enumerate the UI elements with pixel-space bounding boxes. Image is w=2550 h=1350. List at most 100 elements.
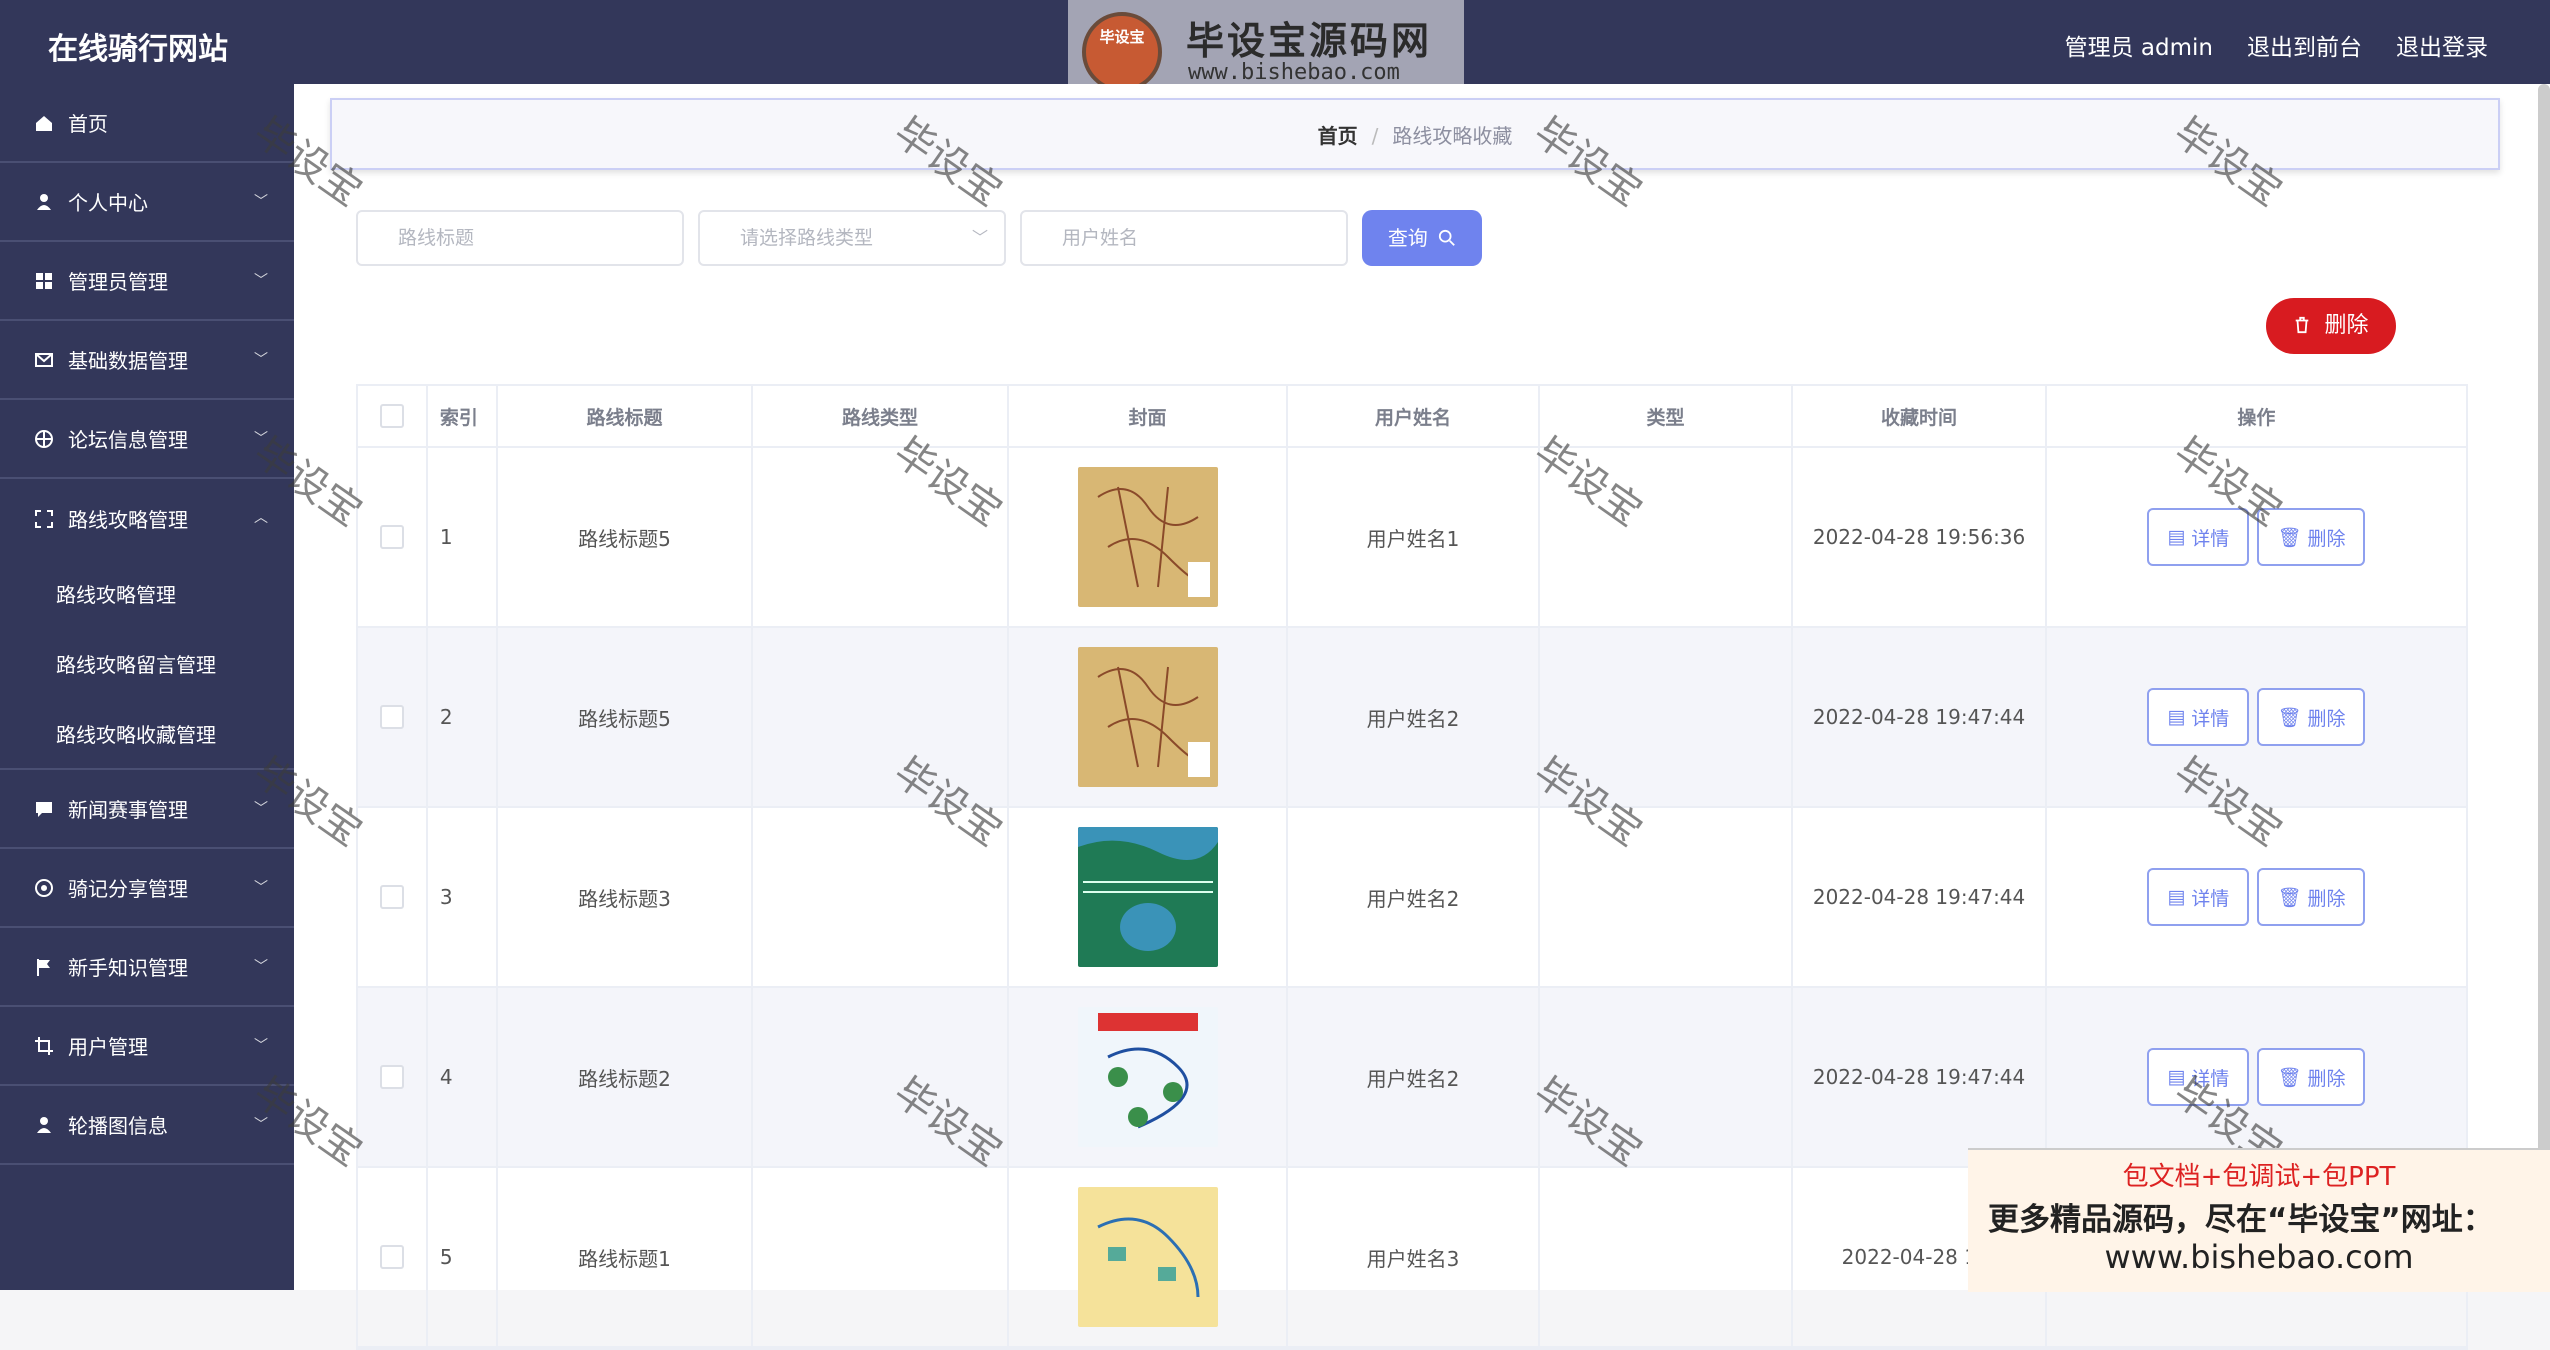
row-select-cell bbox=[358, 448, 428, 626]
user-name-input[interactable]: 用户姓名 bbox=[1020, 210, 1348, 266]
delete-button-label: 删除 bbox=[2307, 887, 2346, 910]
row-actions: ▤ 详情 🗑 删除 bbox=[2047, 628, 2466, 806]
table-row: 1 路线标题5 用户姓名1 2022-04-28 19:56:36 ▤ 详情 🗑 删… bbox=[358, 448, 2466, 628]
route-title-input[interactable]: 路线标题 bbox=[356, 210, 684, 266]
search-button[interactable]: 查询 bbox=[1362, 210, 1482, 266]
sidebar-item-label: 管理员管理 bbox=[68, 270, 168, 294]
detail-button[interactable]: ▤ 详情 bbox=[2147, 868, 2250, 926]
delete-button-label: 删除 bbox=[2307, 707, 2346, 730]
sidebar-item-basic-data[interactable]: 基础数据管理 ﹀ bbox=[0, 321, 294, 400]
submenu-route-guide-favorites[interactable]: 路线攻略收藏管理 bbox=[0, 698, 294, 768]
chevron-down-icon: ﹀ bbox=[254, 801, 268, 817]
submenu-route-guide-manage[interactable]: 路线攻略管理 bbox=[0, 558, 294, 628]
detail-button-label: 详情 bbox=[2191, 1067, 2230, 1090]
chat-icon bbox=[36, 801, 52, 817]
detail-button[interactable]: ▤ 详情 bbox=[2147, 1048, 2250, 1106]
row-cover bbox=[1009, 808, 1289, 986]
sidebar-item-news-events[interactable]: 新闻赛事管理 ﹀ bbox=[0, 770, 294, 849]
row-actions: ▤ 详情 🗑 删除 bbox=[2047, 448, 2466, 626]
row-cover bbox=[1009, 988, 1289, 1166]
row-actions: ▤ 详情 🗑 删除 bbox=[2047, 988, 2466, 1166]
row-select-cell bbox=[358, 808, 428, 986]
promo-line-2: 更多精品源码，尽在“毕设宝”网址： bbox=[1988, 1202, 2494, 1238]
row-time: 2022-04-28 19:56:36 bbox=[1793, 448, 2047, 626]
row-time: 2022-04-28 19:47:44 bbox=[1793, 808, 2047, 986]
row-actions: ▤ 详情 🗑 删除 bbox=[2047, 808, 2466, 986]
row-cover bbox=[1009, 1168, 1289, 1346]
sidebar-item-route-guide[interactable]: 路线攻略管理 ︿ bbox=[0, 479, 294, 558]
delete-button-label: 删除 bbox=[2307, 527, 2346, 550]
col-header-route-type: 路线类型 bbox=[753, 386, 1009, 446]
sidebar-item-forum[interactable]: 论坛信息管理 ﹀ bbox=[0, 400, 294, 479]
submenu-route-guide-comments[interactable]: 路线攻略留言管理 bbox=[0, 628, 294, 698]
breadcrumb-home[interactable]: 首页 bbox=[1318, 124, 1358, 148]
app-title: 在线骑行网站 bbox=[48, 32, 228, 67]
row-index: 2 bbox=[428, 628, 498, 806]
breadcrumb-current: 路线攻略收藏 bbox=[1392, 124, 1513, 148]
page-scrollbar[interactable] bbox=[2538, 84, 2550, 1154]
mail-icon bbox=[35, 352, 53, 367]
sidebar-item-label: 首页 bbox=[68, 112, 108, 136]
logo-url: www.bishebao.com bbox=[1188, 60, 1400, 85]
sidebar-item-label: 新闻赛事管理 bbox=[68, 798, 188, 822]
sidebar-item-carousel[interactable]: 轮播图信息 ﹀ bbox=[0, 1086, 294, 1165]
row-title: 路线标题5 bbox=[498, 448, 754, 626]
trash-icon: 🗑 bbox=[2277, 1066, 2302, 1089]
chevron-up-icon: ︿ bbox=[254, 510, 268, 526]
target-icon bbox=[35, 429, 53, 448]
delete-button[interactable]: 🗑 删除 bbox=[2257, 688, 2366, 746]
promo-line-3: www.bishebao.com bbox=[2104, 1238, 2414, 1276]
row-index: 4 bbox=[428, 988, 498, 1166]
chevron-down-icon: ﹀ bbox=[254, 194, 268, 210]
row-user: 用户姓名2 bbox=[1288, 628, 1540, 806]
cover-image bbox=[1077, 1007, 1218, 1147]
row-checkbox[interactable] bbox=[379, 705, 404, 729]
row-time: 2022-04-28 19:47:44 bbox=[1793, 628, 2047, 806]
bulk-delete-label: 删除 bbox=[2324, 313, 2369, 338]
sidebar-item-ride-share[interactable]: 骑记分享管理 ﹀ bbox=[0, 849, 294, 928]
delete-button[interactable]: 🗑 删除 bbox=[2257, 1048, 2366, 1106]
sidebar-item-user-manage[interactable]: 用户管理 ﹀ bbox=[0, 1007, 294, 1086]
delete-button[interactable]: 🗑 删除 bbox=[2257, 868, 2366, 926]
detail-button-label: 详情 bbox=[2191, 707, 2230, 730]
table-row: 4 路线标题2 用户姓名2 2022-04-28 19:47:44 ▤ 详情 🗑 删… bbox=[358, 988, 2466, 1168]
row-checkbox[interactable] bbox=[379, 1065, 404, 1089]
row-cover bbox=[1009, 628, 1289, 806]
row-select-cell bbox=[358, 628, 428, 806]
breadcrumb: 首页 / 路线攻略收藏 bbox=[332, 120, 2498, 149]
select-all-checkbox[interactable] bbox=[379, 404, 404, 428]
sidebar: 首页 个人中心 ﹀ 管理员管理 ﹀ 基础数据管理 ﹀ 论坛信息管理 ﹀ 路线攻略… bbox=[0, 84, 294, 1290]
chevron-down-icon: ﹀ bbox=[254, 1038, 268, 1054]
chevron-down-icon: ﹀ bbox=[254, 1117, 268, 1133]
promo-banner: 包文档+包调试+包PPT 更多精品源码，尽在“毕设宝”网址： www.bishe… bbox=[1968, 1148, 2550, 1292]
table-header: 索引 路线标题 路线类型 封面 用户姓名 类型 收藏时间 操作 bbox=[358, 386, 2466, 448]
row-checkbox[interactable] bbox=[379, 525, 404, 549]
cover-image bbox=[1077, 647, 1218, 787]
col-header-title: 路线标题 bbox=[498, 386, 754, 446]
sidebar-item-admin-manage[interactable]: 管理员管理 ﹀ bbox=[0, 242, 294, 321]
sidebar-item-label: 轮播图信息 bbox=[68, 1114, 168, 1138]
row-checkbox[interactable] bbox=[379, 885, 404, 909]
detail-button[interactable]: ▤ 详情 bbox=[2147, 688, 2250, 746]
bulk-delete-button[interactable]: 删除 bbox=[2266, 298, 2396, 354]
route-type-select[interactable]: 请选择路线类型 ﹀ bbox=[698, 210, 1006, 266]
row-checkbox[interactable] bbox=[379, 1245, 404, 1269]
sidebar-item-label: 个人中心 bbox=[68, 191, 148, 215]
document-icon: ▤ bbox=[2167, 526, 2186, 548]
col-header-time: 收藏时间 bbox=[1793, 386, 2047, 446]
compass-icon bbox=[35, 878, 53, 897]
trash-icon bbox=[2296, 316, 2309, 334]
user-icon bbox=[37, 1116, 51, 1133]
sidebar-item-personal-center[interactable]: 个人中心 ﹀ bbox=[0, 163, 294, 242]
admin-user-link[interactable]: 管理员 admin bbox=[2065, 28, 2213, 62]
row-user: 用户姓名3 bbox=[1288, 1168, 1540, 1346]
row-cover bbox=[1009, 448, 1289, 626]
row-route-type bbox=[753, 448, 1009, 626]
sidebar-item-home[interactable]: 首页 bbox=[0, 84, 294, 163]
exit-to-front-link[interactable]: 退出到前台 bbox=[2247, 28, 2362, 62]
logout-link[interactable]: 退出登录 bbox=[2396, 28, 2488, 62]
sidebar-item-newbie-knowledge[interactable]: 新手知识管理 ﹀ bbox=[0, 928, 294, 1007]
detail-button[interactable]: ▤ 详情 bbox=[2147, 508, 2250, 566]
delete-button[interactable]: 🗑 删除 bbox=[2257, 508, 2366, 566]
flag-icon bbox=[37, 958, 50, 976]
